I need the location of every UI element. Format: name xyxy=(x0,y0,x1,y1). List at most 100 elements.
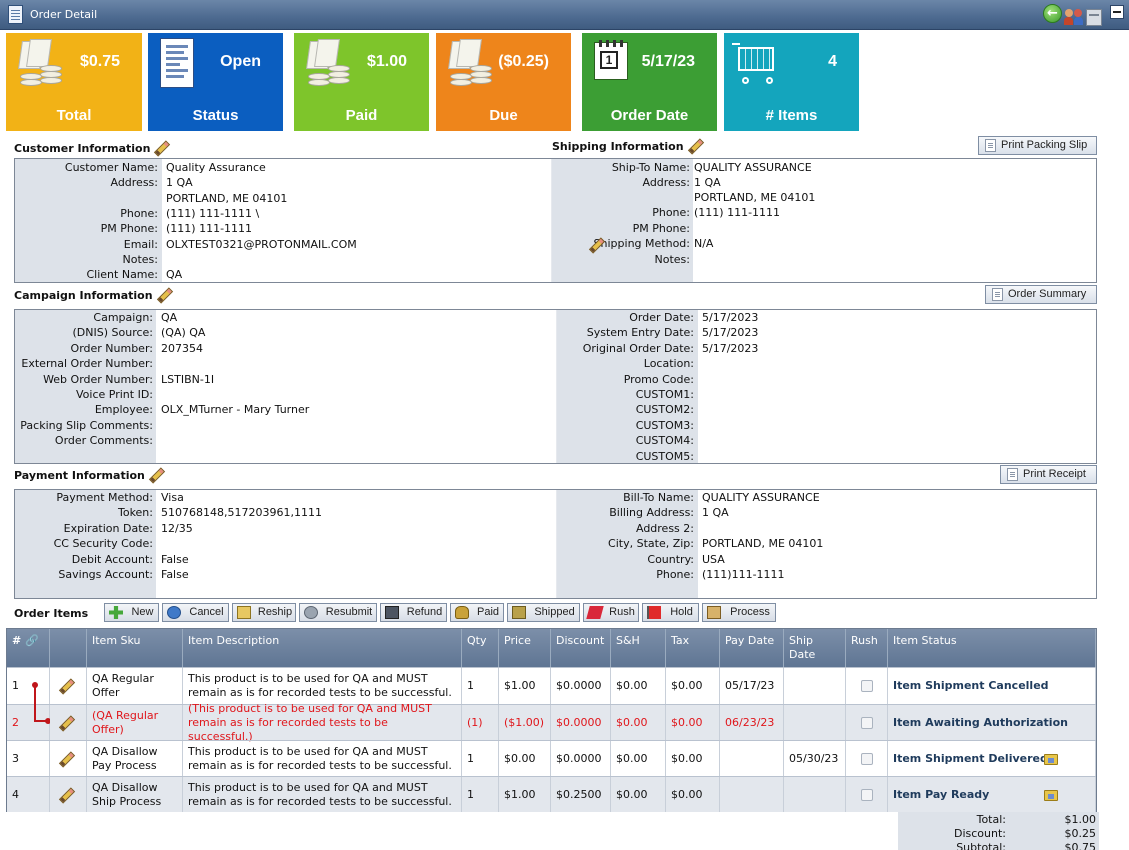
table-row[interactable]: 1 QA Regular Offer This product is to be u… xyxy=(7,667,1096,704)
cell-text: This product is to be used for QA and MU… xyxy=(188,672,452,699)
back-icon[interactable]: ← xyxy=(1043,4,1062,23)
campaign-field-label: (DNIS) Source: xyxy=(72,326,154,340)
shipping-field-value: 1 QA xyxy=(694,176,721,189)
column-header[interactable]: Qty xyxy=(462,629,499,667)
cell-text: $1.00 xyxy=(504,787,536,801)
billing-field-label: Billing Address: xyxy=(609,506,694,520)
column-header[interactable]: Discount xyxy=(551,629,611,667)
campaign-field-value: (QA) QA xyxy=(161,326,206,340)
tile-items[interactable]: 4 # Items xyxy=(724,33,859,131)
column-header[interactable]: Item Status xyxy=(888,629,1096,667)
column-header[interactable]: Item Description xyxy=(183,629,462,667)
column-header[interactable]: Ship Date xyxy=(784,629,846,667)
rush-cell xyxy=(846,777,888,812)
edit-shipping-pencil-icon[interactable] xyxy=(687,139,701,153)
column-header[interactable]: Rush xyxy=(846,629,888,667)
table-row[interactable]: 3 QA Disallow Pay Process This product is … xyxy=(7,740,1096,776)
cell-sku: (QA Regular Offer) xyxy=(87,705,183,740)
cell-text: 06/23/23 xyxy=(725,715,775,729)
edit-payment-pencil-icon[interactable] xyxy=(148,468,162,482)
edit-item-pencil-icon[interactable] xyxy=(58,716,72,730)
paid-button[interactable]: Paid xyxy=(450,603,504,622)
campaign-field-label: Order Date: xyxy=(629,311,694,324)
tile-status[interactable]: Open Status xyxy=(148,33,283,131)
edit-item-pencil-icon[interactable] xyxy=(58,788,72,802)
refund-button[interactable]: Refund xyxy=(380,603,447,622)
plus-icon xyxy=(109,606,123,619)
folder-icon[interactable] xyxy=(1044,790,1058,801)
edit-shipping-method-pencil-icon[interactable] xyxy=(588,238,602,252)
campaign-field-label: CUSTOM3: xyxy=(635,418,694,432)
tile-value: 4 xyxy=(828,53,837,70)
tile-order-date[interactable]: 1 5/17/23 Order Date xyxy=(582,33,717,131)
new-button[interactable]: New xyxy=(104,603,159,622)
status-form-icon xyxy=(160,38,194,88)
toolbar-label: Refund xyxy=(406,606,443,618)
tile-due[interactable]: ($0.25) Due xyxy=(436,33,571,131)
reship-button[interactable]: Reship xyxy=(232,603,296,622)
edit-cell xyxy=(50,668,87,704)
cell-sh: $0.00 xyxy=(611,741,666,776)
rush-checkbox[interactable] xyxy=(860,788,873,801)
table-row[interactable]: 4 QA Disallow Ship Process This product is… xyxy=(7,776,1096,812)
table-row[interactable]: 2 (QA Regular Offer) (This product is to b… xyxy=(7,702,1096,743)
print-packing-slip-button[interactable]: Print Packing Slip xyxy=(978,136,1097,155)
billing-field-label: Address 2: xyxy=(635,521,694,535)
folder-icon[interactable] xyxy=(1044,754,1058,765)
cell-text: This product is to be used for QA and MU… xyxy=(188,780,452,808)
rush-checkbox[interactable] xyxy=(860,680,873,692)
rush-checkbox[interactable] xyxy=(860,752,873,765)
edit-campaign-pencil-icon[interactable] xyxy=(156,288,170,302)
shipped-icon xyxy=(512,606,526,619)
cell-desc: (This product is to be used for QA and M… xyxy=(183,702,462,743)
campaign-field-label: External Order Number: xyxy=(21,357,153,371)
users-icon[interactable] xyxy=(1064,9,1084,26)
cancel-button[interactable]: Cancel xyxy=(162,603,229,622)
tile-paid[interactable]: $1.00 Paid xyxy=(294,33,429,131)
package-icon[interactable] xyxy=(1086,9,1102,26)
customer-field-value: (111) 111-1111 \ xyxy=(166,206,260,220)
column-header[interactable]: Tax xyxy=(666,629,720,667)
cell-text: 4 xyxy=(12,787,19,801)
toolbar-label: Rush xyxy=(609,606,635,618)
cell-text: QA Disallow Ship Process xyxy=(92,780,162,808)
shipped-button[interactable]: Shipped xyxy=(507,603,580,622)
rush-checkbox[interactable] xyxy=(860,716,873,729)
cell-text: Item Shipment Delivered xyxy=(893,751,1048,765)
edit-item-pencil-icon[interactable] xyxy=(58,679,72,693)
rush-button[interactable]: Rush xyxy=(583,603,639,622)
cell-status: Item Shipment Delivered xyxy=(888,741,1096,776)
refund-icon xyxy=(385,606,399,619)
campaign-field-label: Original Order Date: xyxy=(582,341,694,355)
cell-pay-date xyxy=(720,741,784,776)
campaign-field-label: Location: xyxy=(643,357,694,371)
cell-sh: $0.00 xyxy=(611,777,666,812)
process-button[interactable]: Process xyxy=(702,603,776,622)
column-header[interactable]: Price xyxy=(499,629,551,667)
customer-field-value: PORTLAND, ME 04101 xyxy=(166,191,288,205)
totals-label: Subtotal: xyxy=(956,841,1006,850)
column-header[interactable] xyxy=(50,629,87,667)
column-header[interactable]: Item Sku xyxy=(87,629,183,667)
print-receipt-button[interactable]: Print Receipt xyxy=(1000,465,1097,484)
hold-button[interactable]: Hold xyxy=(642,603,699,622)
minimize-icon[interactable] xyxy=(1110,5,1124,19)
cell-text: 1 xyxy=(467,679,474,692)
column-header[interactable]: # 🔗 xyxy=(7,629,50,667)
billing-field-value: USA xyxy=(702,552,725,566)
edit-item-pencil-icon[interactable] xyxy=(58,752,72,766)
customer-field-label: Phone: xyxy=(120,206,158,220)
cell-status: Item Pay Ready xyxy=(888,777,1096,812)
billing-field-label: Phone: xyxy=(656,568,694,581)
order-summary-button[interactable]: Order Summary xyxy=(985,285,1097,304)
edit-customer-pencil-icon[interactable] xyxy=(153,141,167,155)
cell-tax: $0.00 xyxy=(666,741,720,776)
column-header[interactable]: S&H xyxy=(611,629,666,667)
tile-total[interactable]: $0.75 Total xyxy=(6,33,142,131)
campaign-panel: Campaign: QA (DNIS) Source: (QA) QA Order Nu… xyxy=(14,309,1097,464)
resubmit-button[interactable]: Resubmit xyxy=(299,603,377,622)
column-header[interactable]: Pay Date xyxy=(720,629,784,667)
customer-field-label: Email: xyxy=(123,237,158,251)
cell-text: $0.0000 xyxy=(556,715,602,729)
toolbar-label: Paid xyxy=(476,606,500,618)
